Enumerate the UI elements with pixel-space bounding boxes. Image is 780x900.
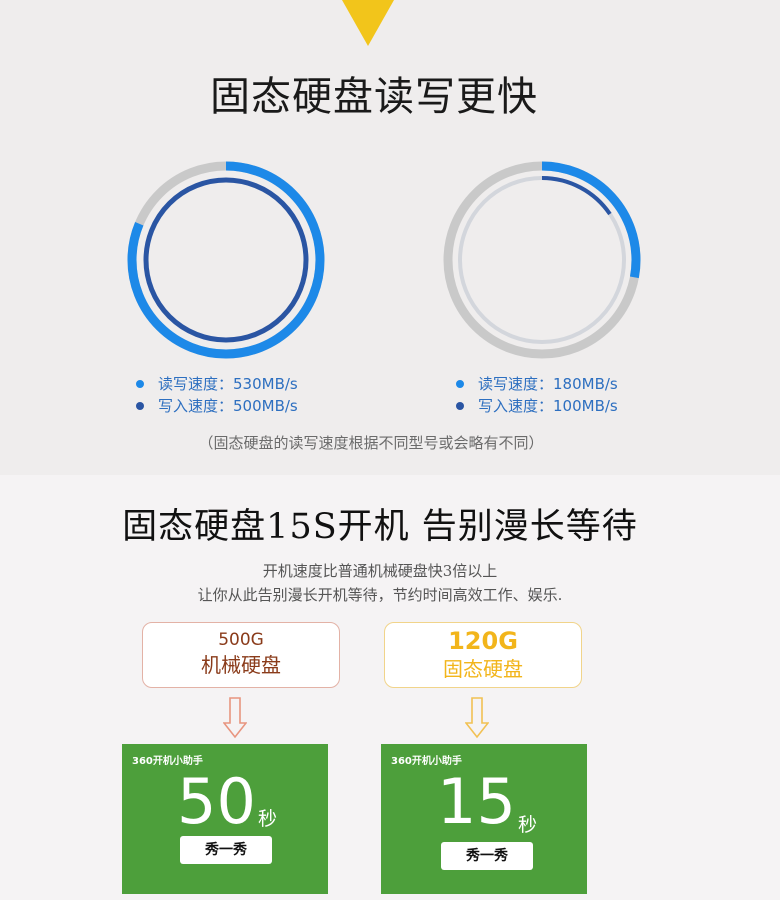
ssd-down-arrow-icon xyxy=(465,697,489,739)
speed-note: （固态硬盘的读写速度根据不同型号或会略有不同） xyxy=(198,434,544,452)
write-speed: 写入速度：500MB/s xyxy=(158,397,298,415)
down-triangle-icon xyxy=(342,0,394,46)
hdd-boot-card: 360开机小助手 50 秒 秀一秀 xyxy=(122,744,328,894)
boot-time-number: 50 xyxy=(177,765,256,838)
hdd-down-arrow-icon xyxy=(223,697,247,739)
speed-ring-slow xyxy=(443,161,641,359)
speed-ring-fast xyxy=(127,161,325,359)
write-speed: 写入速度：100MB/s xyxy=(478,397,618,415)
read-dot-icon xyxy=(136,380,144,388)
hdd-capacity: 500G xyxy=(218,630,264,650)
boot-subtitle-2: 让你从此告别漫长开机等待，节约时间高效工作、娱乐. xyxy=(197,586,563,604)
hdd-name: 机械硬盘 xyxy=(201,653,281,677)
legend-fast: 读写速度：530MB/s 写入速度：500MB/s xyxy=(136,373,298,417)
read-speed: 读写速度：530MB/s xyxy=(158,375,298,393)
boot-title: 固态硬盘15S开机 告别漫长等待 xyxy=(122,507,638,547)
write-dot-icon xyxy=(456,402,464,410)
read-speed: 读写速度：180MB/s xyxy=(478,375,618,393)
boot-subtitle-1: 开机速度比普通机械硬盘快3倍以上 xyxy=(262,562,498,580)
hero-title: 固态硬盘读写更快 xyxy=(210,74,538,120)
hdd-box: 500G 机械硬盘 xyxy=(142,622,340,688)
write-dot-icon xyxy=(136,402,144,410)
ssd-boot-card: 360开机小助手 15 秒 秀一秀 xyxy=(381,744,587,894)
ring-write-arc xyxy=(143,177,309,343)
show-off-button[interactable]: 秀一秀 xyxy=(441,842,533,870)
show-off-button[interactable]: 秀一秀 xyxy=(180,836,272,864)
boot-time-number: 15 xyxy=(437,765,516,838)
read-dot-icon xyxy=(456,380,464,388)
ssd-capacity: 120G xyxy=(448,627,518,655)
legend-slow: 读写速度：180MB/s 写入速度：100MB/s xyxy=(456,373,618,417)
boot-time-unit: 秒 xyxy=(518,814,538,836)
ssd-name: 固态硬盘 xyxy=(443,657,523,681)
ssd-box: 120G 固态硬盘 xyxy=(384,622,582,688)
boot-time-unit: 秒 xyxy=(258,808,278,830)
